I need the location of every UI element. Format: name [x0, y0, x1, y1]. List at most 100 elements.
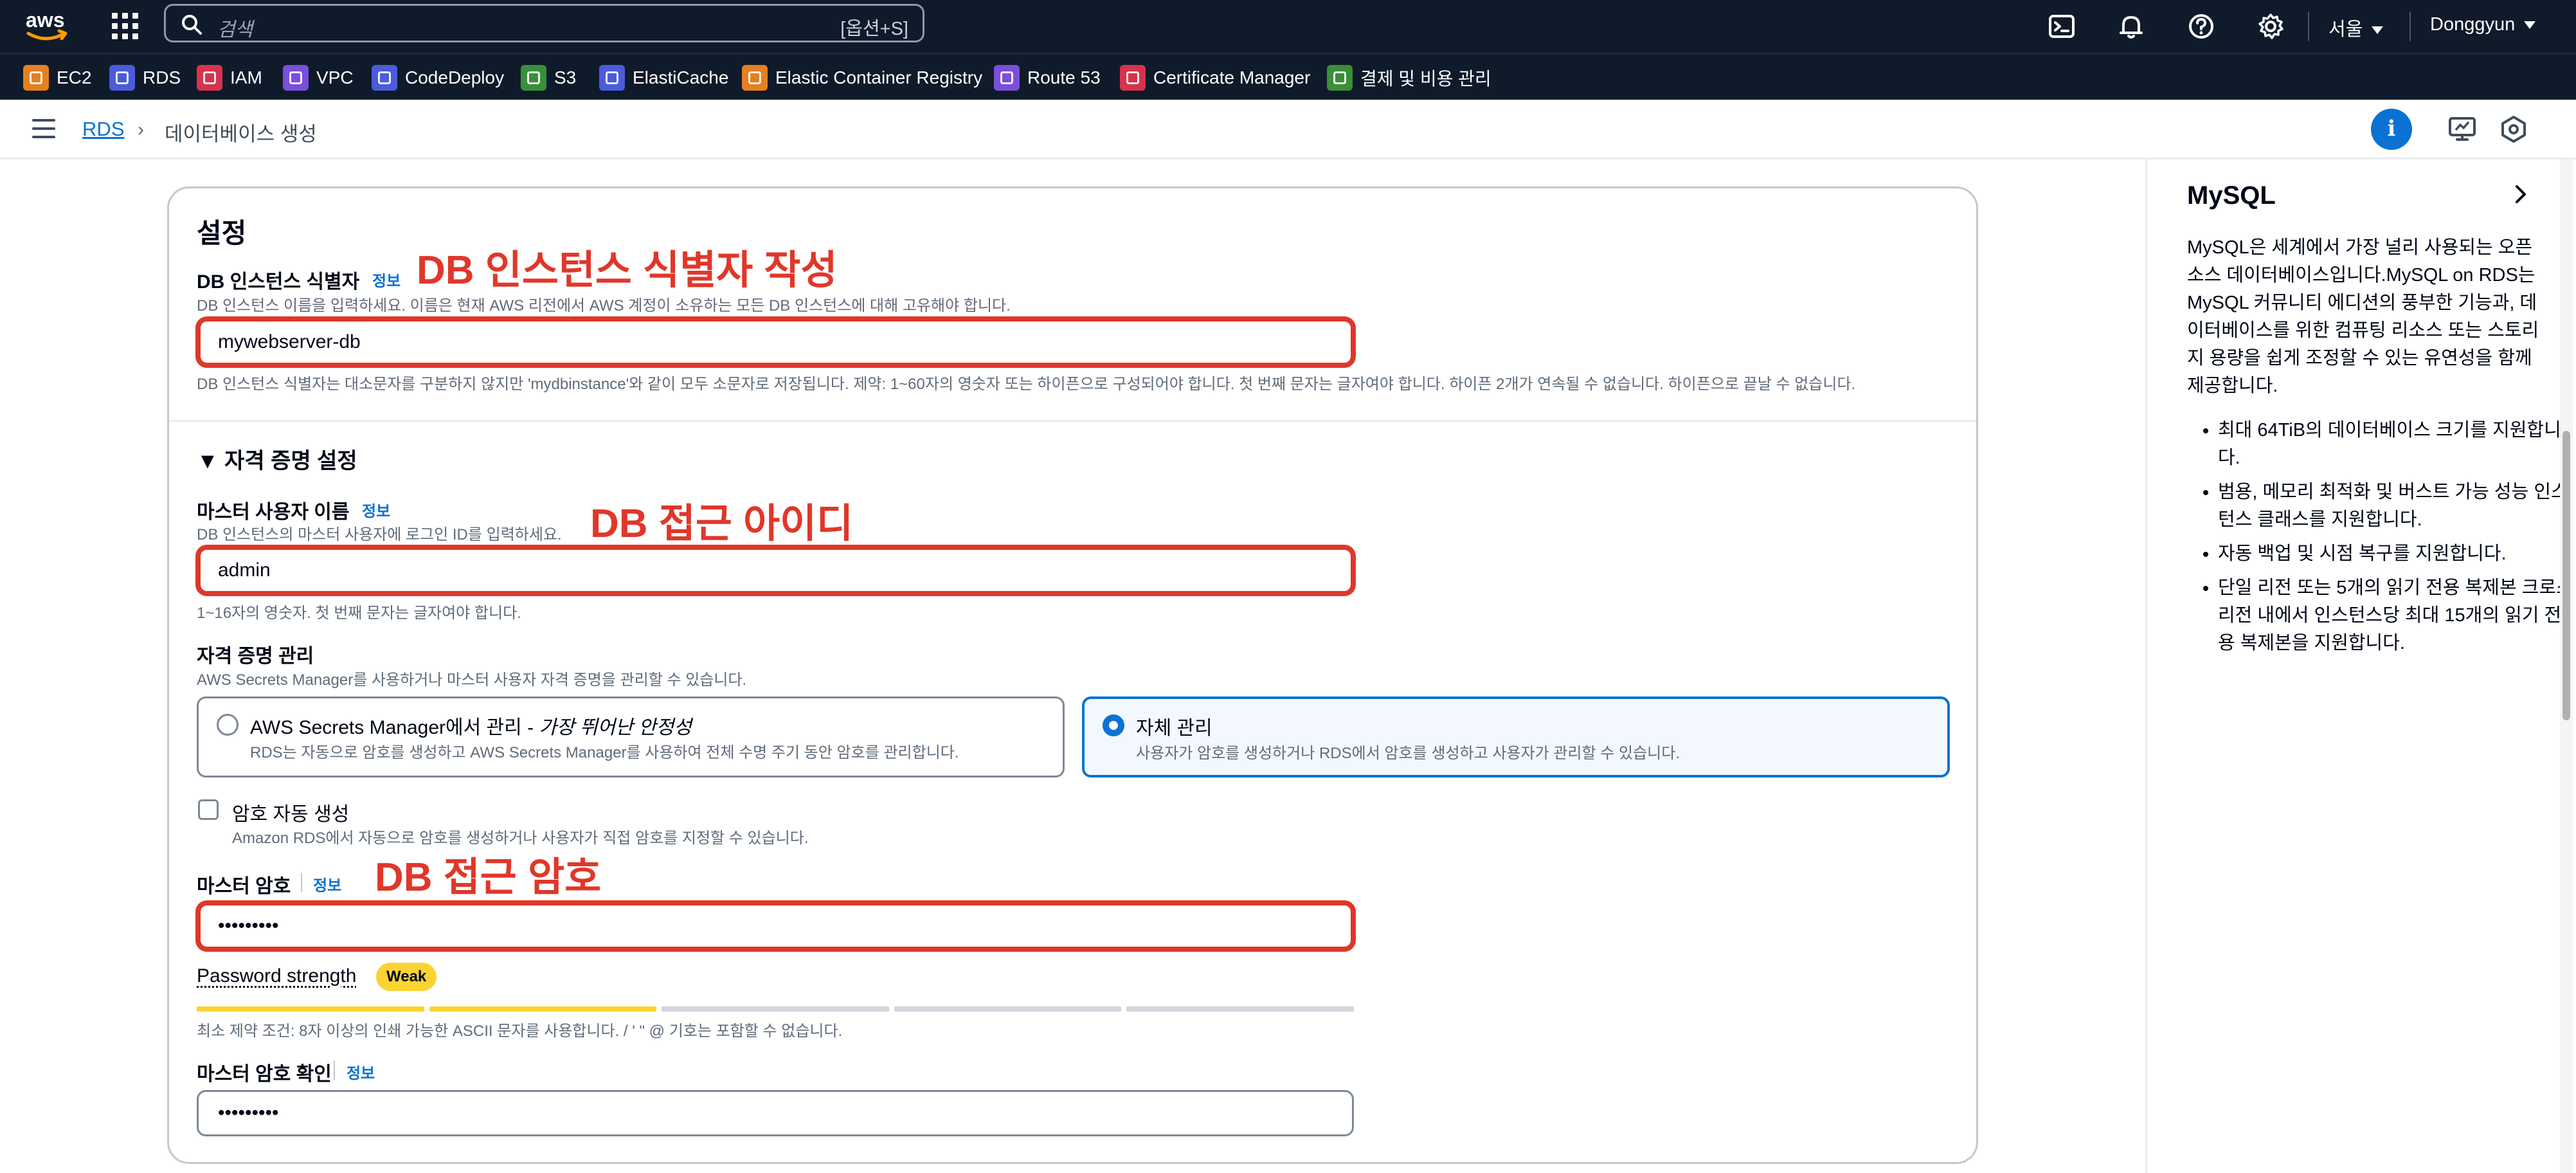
favorite-billing[interactable]: 결제 및 비용 관리	[1327, 65, 1491, 91]
caret-down-icon	[2372, 26, 2384, 35]
nav-separator	[2308, 12, 2309, 41]
self-managed-radio[interactable]	[1103, 714, 1124, 736]
settings-heading: 설정	[197, 218, 247, 248]
master-username-info-link[interactable]: 정보	[362, 498, 390, 521]
option-self-managed-tile[interactable]: 자체 관리 사용자가 암호를 생성하거나 RDS에서 암호를 생성하고 사용자가…	[1082, 696, 1950, 777]
close-panel-chevron-icon[interactable]	[2509, 183, 2532, 206]
master-username-label: 마스터 사용자 이름	[197, 502, 350, 523]
favorite-s3[interactable]: S3	[521, 65, 576, 91]
favorite-certificate-manager[interactable]: Certificate Manager	[1120, 65, 1310, 91]
search-input[interactable]: 검색 [옵션+S]	[164, 4, 924, 42]
master-password-info-link[interactable]: 정보	[313, 873, 341, 895]
secrets-manager-option-description: RDS는 자동으로 암호를 생성하고 AWS Secrets Manager를 …	[250, 744, 959, 761]
caret-down-icon	[2524, 21, 2536, 30]
master-password-hint: 최소 제약 조건: 8자 이상의 인쇄 가능한 ASCII 문자를 사용합니다.…	[197, 1023, 843, 1040]
help-icon[interactable]	[2187, 12, 2215, 41]
section-divider	[169, 420, 1976, 422]
password-strength-segment	[197, 1006, 424, 1012]
annotation-password: DB 접근 암호	[375, 855, 602, 900]
favorite-ecr[interactable]: Elastic Container Registry	[742, 65, 982, 91]
iam-icon	[197, 65, 222, 91]
elasticache-icon	[599, 65, 625, 91]
breadcrumb-chevron-icon: ›	[138, 119, 144, 140]
breadcrumb-bar: RDS › 데이터베이스 생성	[0, 100, 2576, 159]
credential-management-description: AWS Secrets Manager를 사용하거나 마스터 사용자 자격 증명…	[197, 671, 747, 689]
menu-hamburger-icon[interactable]	[32, 119, 55, 138]
account-menu[interactable]: Donggyun	[2430, 14, 2536, 35]
favorite-elasticache[interactable]: ElastiCache	[599, 65, 728, 91]
annotation-highlight-password	[195, 900, 1356, 952]
master-password-label: 마스터 암호	[197, 876, 291, 897]
db-identifier-label: DB 인스턴스 식별자	[197, 271, 360, 293]
db-identifier-info-link[interactable]: 정보	[372, 268, 401, 291]
codedeploy-icon	[372, 65, 397, 91]
favorite-vpc[interactable]: VPC	[283, 65, 354, 91]
password-strength-segment	[429, 1006, 657, 1012]
password-strength-label[interactable]: Password strength	[197, 965, 356, 987]
top-navigation-bar: aws 검색 [옵션+S] 서울 Donggyun	[0, 0, 2576, 53]
help-panel-title: MySQL	[2187, 181, 2276, 210]
annotation-highlight-username	[195, 545, 1356, 596]
annotation-username: DB 접근 아이디	[590, 502, 854, 546]
master-username-hint: 1~16자의 영숫자. 첫 번째 문자는 글자여야 합니다.	[197, 605, 521, 622]
auto-generate-password-checkbox[interactable]	[198, 799, 219, 820]
notifications-bell-icon[interactable]	[2117, 12, 2145, 41]
monitor-feedback-icon[interactable]	[2448, 115, 2476, 143]
credential-management-label: 자격 증명 관리	[197, 646, 314, 667]
auto-generate-password-label[interactable]: 암호 자동 생성	[232, 798, 349, 826]
search-icon	[182, 15, 202, 35]
breadcrumb-rds-link[interactable]: RDS	[82, 118, 124, 141]
credentials-section-toggle[interactable]: ▼ 자격 증명 설정	[197, 443, 357, 475]
help-panel-feature-list: 최대 64TiB의 데이터베이스 크기를 지원합니다. 범용, 메모리 최적화 …	[2187, 417, 2576, 664]
region-selector[interactable]: 서울	[2328, 14, 2384, 41]
favorite-iam[interactable]: IAM	[197, 65, 262, 91]
billing-icon	[1327, 65, 1353, 91]
password-strength-badge: Weak	[376, 963, 437, 991]
password-strength-segment	[894, 1006, 1122, 1012]
option-secrets-manager-tile[interactable]: AWS Secrets Manager에서 관리 - 가장 뛰어난 안정성 RD…	[197, 696, 1065, 777]
confirm-password-input[interactable]: •••••••••	[197, 1090, 1354, 1136]
db-identifier-description: DB 인스턴스 이름을 입력하세요. 이름은 현재 AWS 리전에서 AWS 계…	[197, 297, 1011, 314]
list-item: 범용, 메모리 최적화 및 버스트 가능 성능 인스턴스 클래스를 지원합니다.	[2218, 478, 2576, 534]
svg-text:aws: aws	[26, 8, 64, 32]
password-strength-segment	[1126, 1006, 1354, 1012]
favorite-ec2[interactable]: EC2	[23, 65, 91, 91]
route53-icon	[994, 65, 1020, 91]
account-name: Donggyun	[2430, 14, 2516, 35]
help-panel-body: MySQL은 세계에서 가장 널리 사용되는 오픈 소스 데이터베이스입니다.M…	[2187, 237, 2539, 396]
password-strength-segment	[662, 1006, 889, 1012]
annotation-db-identifier: DB 인스턴스 식별자 작성	[417, 248, 838, 293]
cloudshell-icon[interactable]	[2048, 12, 2076, 41]
confirm-password-label: 마스터 암호 확인	[197, 1064, 332, 1085]
s3-icon	[521, 65, 546, 91]
hexagon-settings-icon[interactable]	[2499, 115, 2528, 143]
list-item: 단일 리전 또는 5개의 읽기 전용 복제본 크로스 리전 내에서 인스턴스당 …	[2218, 574, 2576, 657]
label-separator	[334, 1060, 335, 1080]
label-separator	[301, 873, 302, 892]
list-item: 최대 64TiB의 데이터베이스 크기를 지원합니다.	[2218, 417, 2576, 472]
certificate-manager-icon	[1120, 65, 1146, 91]
favorite-route53[interactable]: Route 53	[994, 65, 1101, 91]
confirm-password-info-link[interactable]: 정보	[347, 1060, 375, 1083]
nav-separator	[2409, 12, 2411, 41]
search-placeholder: 검색	[217, 19, 253, 41]
ec2-icon	[23, 65, 49, 91]
services-menu-icon[interactable]	[109, 10, 141, 42]
favorites-bar: EC2 RDS IAM VPC CodeDeploy S3 ElastiCach…	[0, 53, 2576, 100]
aws-logo[interactable]: aws	[24, 5, 69, 48]
favorite-codedeploy[interactable]: CodeDeploy	[372, 65, 504, 91]
favorite-rds[interactable]: RDS	[109, 65, 181, 91]
region-label: 서울	[2328, 19, 2363, 40]
settings-container: 설정 DB 인스턴스 식별자 정보 DB 인스턴스 식별자 작성 DB 인스턴스…	[167, 186, 1978, 1164]
secrets-manager-radio[interactable]	[217, 714, 239, 736]
rds-icon	[109, 65, 135, 91]
self-managed-option-title: 자체 관리	[1136, 718, 1212, 739]
db-identifier-hint: DB 인스턴스 식별자는 대소문자를 구분하지 않지만 'mydbinstanc…	[197, 376, 1856, 393]
annotation-highlight-db-identifier	[195, 316, 1356, 368]
info-panel-toggle-icon[interactable]	[2371, 109, 2412, 150]
settings-gear-icon[interactable]	[2256, 12, 2285, 41]
self-managed-option-description: 사용자가 암호를 생성하거나 RDS에서 암호를 생성하고 사용자가 관리할 수…	[1136, 745, 1680, 762]
help-panel: MySQL MySQL은 세계에서 가장 널리 사용되는 오픈 소스 데이터베이…	[2145, 159, 2576, 1173]
breadcrumb-current: 데이터베이스 생성	[165, 123, 317, 145]
scrollbar-thumb[interactable]	[2562, 431, 2570, 720]
